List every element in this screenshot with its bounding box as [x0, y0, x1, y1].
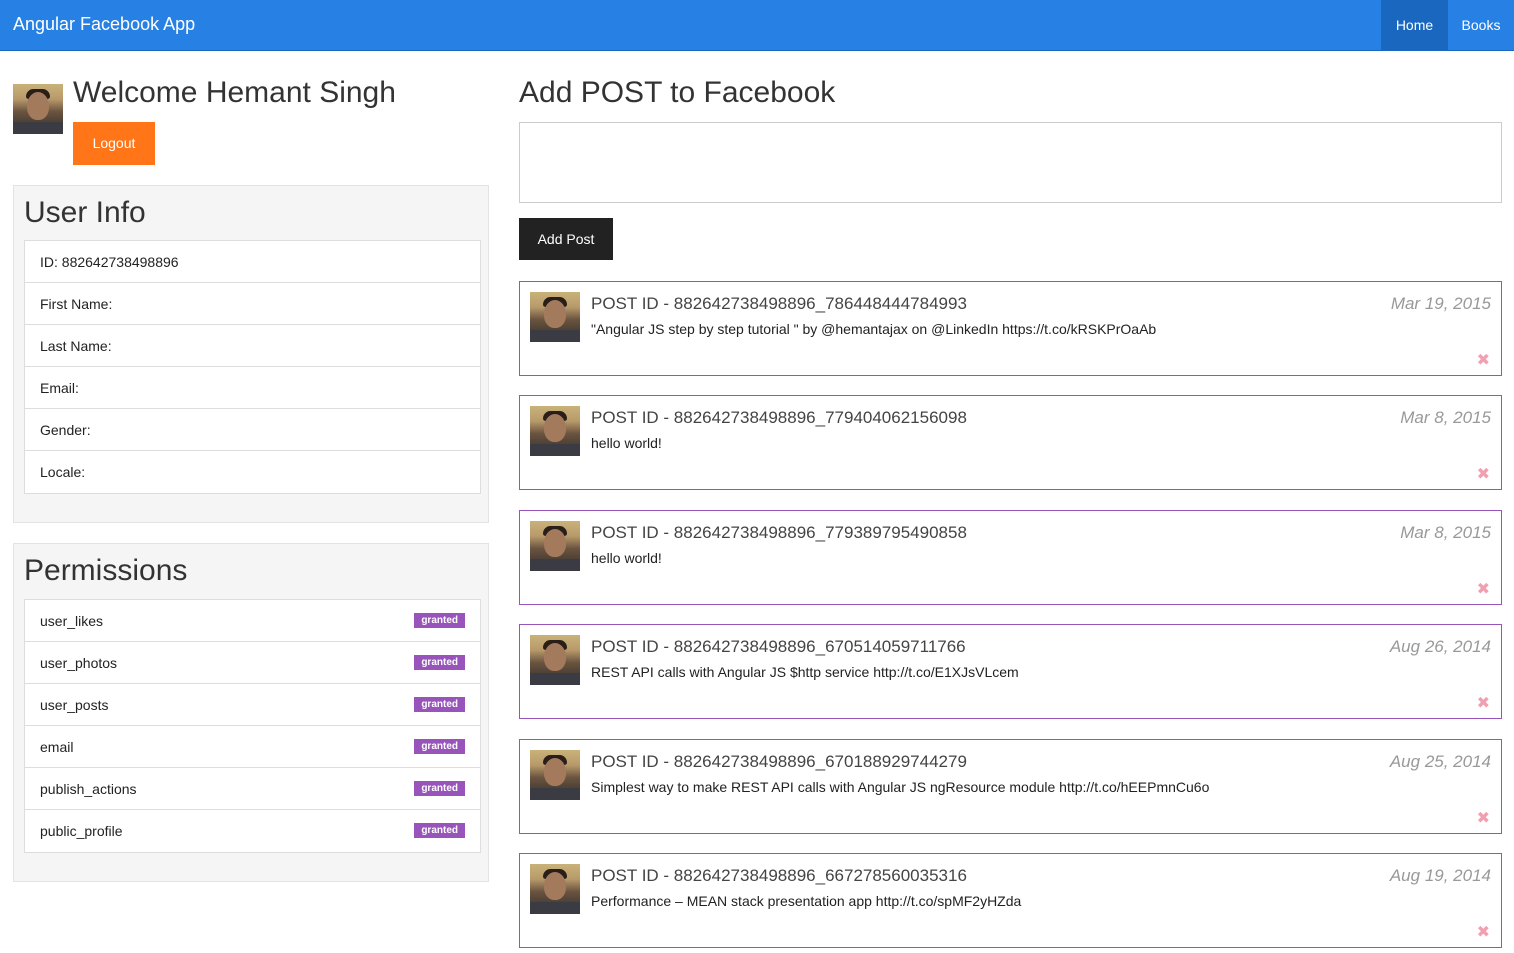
post-card: POST ID - 882642738498896_77938979549085… [519, 510, 1502, 605]
permission-name: email [40, 739, 74, 755]
permission-item: publish_actions granted [25, 768, 480, 810]
delete-post-icon[interactable]: ✖ [1477, 350, 1490, 370]
post-message: "Angular JS step by step tutorial " by @… [591, 321, 1157, 337]
post-message: Simplest way to make REST API calls with… [591, 779, 1210, 795]
permission-item: user_posts granted [25, 684, 480, 726]
permissions-title: Permissions [24, 554, 188, 587]
post-date: Aug 19, 2014 [1389, 866, 1491, 885]
user-info-id: ID: 882642738498896 [25, 241, 480, 283]
post-avatar [530, 406, 580, 456]
post-textarea[interactable] [519, 122, 1502, 203]
profile-avatar [13, 84, 63, 134]
user-info-title: User Info [24, 196, 146, 229]
post-card: POST ID - 882642738498896_66727856003531… [519, 853, 1502, 948]
welcome-title: Welcome Hemant Singh [73, 76, 396, 109]
status-badge: granted [414, 823, 465, 838]
post-date: Mar 8, 2015 [1400, 523, 1491, 542]
permission-name: user_photos [40, 655, 118, 671]
permissions-list: user_likes granted user_photos granted u… [24, 599, 481, 853]
user-info-locale: Locale: [40, 464, 86, 480]
post-avatar [530, 292, 580, 342]
status-badge: granted [414, 655, 465, 670]
post-avatar [530, 635, 580, 685]
post-avatar [530, 864, 580, 914]
post-message: hello world! [591, 550, 662, 566]
nav-books-link[interactable]: Books [1448, 0, 1514, 50]
permission-name: user_posts [40, 697, 109, 713]
status-badge: granted [414, 697, 465, 712]
post-date: Mar 19, 2015 [1390, 294, 1491, 313]
status-badge: granted [414, 613, 465, 628]
delete-post-icon[interactable]: ✖ [1477, 579, 1490, 599]
post-id: POST ID - 882642738498896_66727856003531… [591, 866, 967, 885]
post-card: POST ID - 882642738498896_77940406215609… [519, 395, 1502, 490]
nav-home-link[interactable]: Home [1381, 0, 1448, 50]
logout-button[interactable]: Logout [73, 122, 155, 165]
permission-name: public_profile [40, 823, 123, 839]
permission-item: user_photos granted [25, 642, 480, 684]
post-id: POST ID - 882642738498896_78644844478499… [591, 294, 967, 313]
user-info-email: Email: [25, 367, 480, 409]
permission-name: user_likes [40, 613, 104, 629]
post-date: Aug 26, 2014 [1389, 637, 1491, 656]
status-badge: granted [414, 739, 465, 754]
status-badge: granted [414, 781, 465, 796]
post-message: Performance – MEAN stack presentation ap… [591, 893, 1022, 909]
delete-post-icon[interactable]: ✖ [1477, 808, 1490, 828]
post-avatar [530, 750, 580, 800]
user-info-list: ID: 882642738498896 First Name: Last Nam… [24, 240, 481, 494]
add-post-title: Add POST to Facebook [519, 76, 836, 109]
post-id: POST ID - 882642738498896_67018892974427… [591, 752, 967, 771]
add-post-button[interactable]: Add Post [519, 218, 613, 260]
post-id: POST ID - 882642738498896_67051405971176… [591, 637, 966, 656]
post-card: POST ID - 882642738498896_78644844478499… [519, 281, 1502, 376]
post-avatar [530, 521, 580, 571]
delete-post-icon[interactable]: ✖ [1477, 693, 1490, 713]
permissions-panel: Permissions user_likes granted user_phot… [13, 543, 489, 882]
permission-item: email granted [25, 726, 480, 768]
post-message: REST API calls with Angular JS $http ser… [591, 664, 1019, 680]
post-date: Aug 25, 2014 [1389, 752, 1491, 771]
navbar: Angular Facebook App Home Books [0, 0, 1514, 51]
brand-link[interactable]: Angular Facebook App [13, 14, 195, 35]
delete-post-icon[interactable]: ✖ [1477, 464, 1490, 484]
permission-item: public_profile granted [25, 810, 480, 852]
post-card: POST ID - 882642738498896_67051405971176… [519, 624, 1502, 719]
user-info-last-name: Last Name: [25, 325, 480, 367]
user-info-panel: User Info ID: 882642738498896 First Name… [13, 185, 489, 523]
permission-item: user_likes granted [25, 600, 480, 642]
post-id: POST ID - 882642738498896_77938979549085… [591, 523, 967, 542]
post-card: POST ID - 882642738498896_67018892974427… [519, 739, 1502, 834]
post-id: POST ID - 882642738498896_77940406215609… [591, 408, 967, 427]
post-date: Mar 8, 2015 [1400, 408, 1491, 427]
post-message: hello world! [591, 435, 662, 451]
delete-post-icon[interactable]: ✖ [1477, 922, 1490, 942]
permission-name: publish_actions [40, 781, 137, 797]
user-info-gender: Gender: [25, 409, 480, 451]
user-info-first-name: First Name: [25, 283, 480, 325]
